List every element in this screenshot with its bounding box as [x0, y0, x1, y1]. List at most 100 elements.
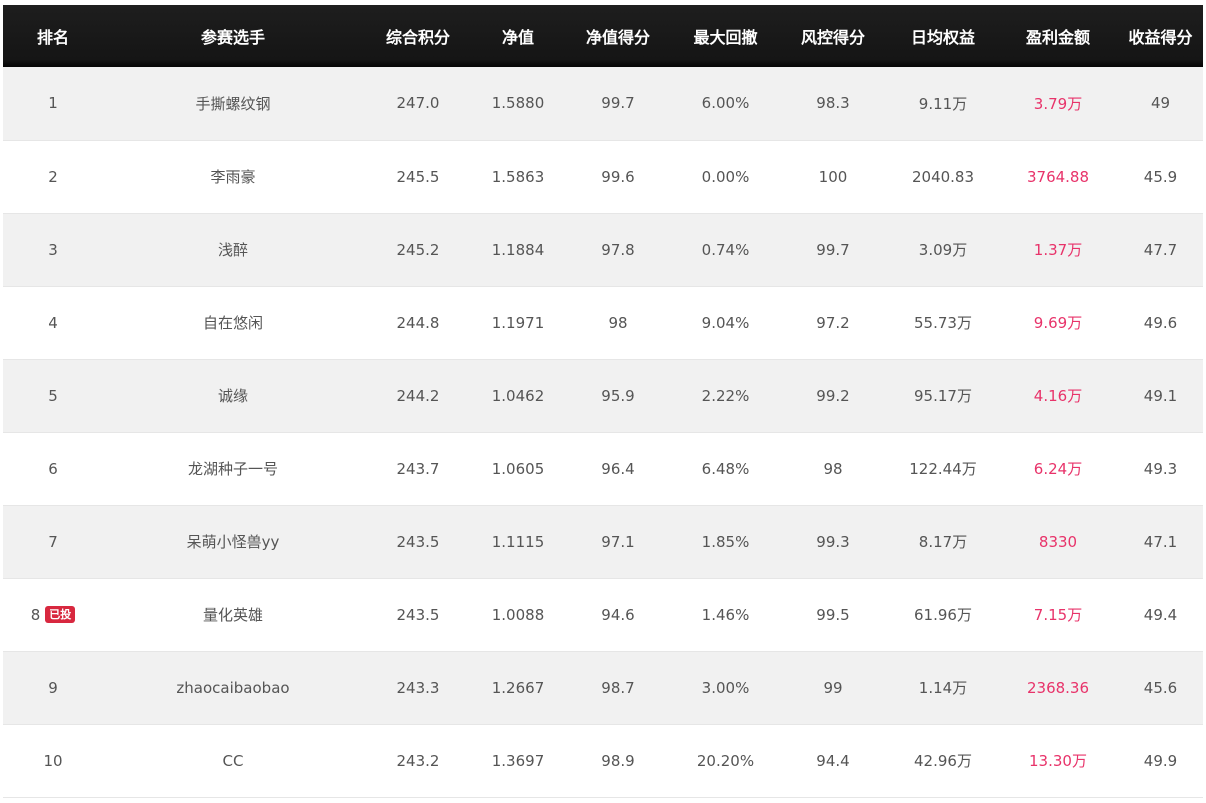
cell-profit: 3.79万: [1033, 94, 1083, 113]
rank-number: 7: [48, 532, 58, 551]
rank-number: 3: [48, 240, 58, 259]
cell-nav: 1.1971: [491, 313, 545, 332]
cell-rank: 10: [3, 724, 103, 797]
header-return-score[interactable]: 收益得分: [1118, 5, 1203, 67]
cell-player[interactable]: 浅醉: [103, 213, 363, 286]
cell-max-drawdown: 6.00%: [701, 94, 750, 113]
invested-badge: 已投: [45, 606, 76, 623]
table-row[interactable]: 8 已投 量化英雄 243.5 1.0088 94.6 1.46% 99.5 61…: [3, 578, 1203, 651]
header-score[interactable]: 综合积分: [363, 5, 473, 67]
cell-player[interactable]: 手撕螺纹钢: [103, 67, 363, 140]
cell-nav: 1.0462: [491, 386, 545, 405]
cell-nav-score: 98: [608, 313, 628, 332]
cell-player[interactable]: 量化英雄: [103, 578, 363, 651]
rank-number: 1: [48, 94, 58, 113]
cell-rank: 5: [3, 359, 103, 432]
rank-wrap: 3: [48, 241, 58, 259]
cell-profit: 2368.36: [1026, 678, 1090, 697]
header-nav-score[interactable]: 净值得分: [563, 5, 673, 67]
cell-max-drawdown: 2.22%: [701, 386, 750, 405]
cell-score: 245.2: [396, 240, 440, 259]
cell-score: 244.2: [396, 386, 440, 405]
cell-score: 244.8: [396, 313, 440, 332]
header-risk-score[interactable]: 风控得分: [778, 5, 888, 67]
table-row[interactable]: 7 呆萌小怪兽yy 243.5 1.1115 97.1 1.85% 99.3 8…: [3, 505, 1203, 578]
cell-nav-score: 94.6: [601, 605, 635, 624]
rank-number: 9: [48, 678, 58, 697]
cell-nav: 1.0088: [491, 605, 545, 624]
cell-profit: 8330: [1038, 532, 1078, 551]
table-row[interactable]: 1 手撕螺纹钢 247.0 1.5880 99.7 6.00% 98.3 9.1…: [3, 67, 1203, 140]
rank-number: 6: [48, 459, 58, 478]
table-row[interactable]: 9 zhaocaibaobao 243.3 1.2667 98.7 3.00% …: [3, 651, 1203, 724]
cell-nav-score: 99.7: [601, 94, 635, 113]
rank-wrap: 6: [48, 460, 58, 478]
cell-avg-equity: 122.44万: [909, 460, 977, 478]
cell-nav-score: 96.4: [601, 459, 635, 478]
cell-score: 243.7: [396, 459, 440, 478]
cell-nav: 1.2667: [491, 678, 545, 697]
cell-risk-score: 99: [823, 678, 843, 697]
table-row[interactable]: 2 李雨豪 245.5 1.5863 99.6 0.00% 100 2040.8…: [3, 140, 1203, 213]
cell-nav: 1.0605: [491, 459, 545, 478]
cell-score: 245.5: [396, 167, 440, 186]
cell-max-drawdown: 6.48%: [701, 459, 750, 478]
cell-player[interactable]: CC: [103, 724, 363, 797]
header-row: 排名 参赛选手 综合积分 净值 净值得分 最大回撤 风控得分 日均权益 盈利金额…: [3, 5, 1203, 67]
table-row[interactable]: 3 浅醉 245.2 1.1884 97.8 0.74% 99.7 3.09万 …: [3, 213, 1203, 286]
cell-player[interactable]: zhaocaibaobao: [103, 651, 363, 724]
cell-return-score: 49.4: [1143, 605, 1178, 624]
cell-avg-equity: 8.17万: [918, 533, 968, 551]
cell-return-score: 49.9: [1143, 751, 1178, 770]
header-nav[interactable]: 净值: [473, 5, 563, 67]
cell-player[interactable]: 呆萌小怪兽yy: [103, 505, 363, 578]
cell-nav: 1.5880: [491, 94, 545, 113]
header-max-drawdown[interactable]: 最大回撤: [673, 5, 778, 67]
header-avg-equity[interactable]: 日均权益: [888, 5, 998, 67]
cell-nav-score: 95.9: [601, 386, 635, 405]
cell-score: 243.5: [396, 605, 440, 624]
table-row[interactable]: 10 CC 243.2 1.3697 98.9 20.20% 94.4 42.9…: [3, 724, 1203, 797]
cell-risk-score: 97.2: [816, 313, 850, 332]
header-player[interactable]: 参赛选手: [103, 5, 363, 67]
cell-max-drawdown: 1.46%: [701, 605, 750, 624]
cell-rank: 6: [3, 432, 103, 505]
cell-player[interactable]: 自在悠闲: [103, 286, 363, 359]
cell-rank: 2: [3, 140, 103, 213]
cell-profit: 7.15万: [1033, 606, 1083, 624]
cell-player[interactable]: 龙湖种子一号: [103, 432, 363, 505]
cell-avg-equity: 3.09万: [918, 241, 968, 259]
rank-wrap: 4: [48, 314, 58, 332]
cell-nav: 1.5863: [491, 167, 545, 186]
cell-player[interactable]: 李雨豪: [103, 140, 363, 213]
table-body: 1 手撕螺纹钢 247.0 1.5880 99.7 6.00% 98.3 9.1…: [3, 67, 1203, 797]
cell-return-score: 49.6: [1143, 313, 1178, 332]
cell-nav-score: 99.6: [601, 167, 635, 186]
cell-profit: 3764.88: [1026, 167, 1090, 186]
cell-risk-score: 99.7: [816, 240, 850, 259]
rank-number: 5: [48, 386, 58, 405]
cell-avg-equity: 9.11万: [918, 94, 968, 113]
cell-return-score: 49.3: [1143, 459, 1178, 478]
cell-risk-score: 99.2: [816, 386, 850, 405]
rank-wrap: 10: [43, 752, 62, 770]
cell-avg-equity: 95.17万: [914, 387, 972, 405]
cell-rank: 1: [3, 67, 103, 140]
cell-return-score: 45.6: [1143, 678, 1178, 697]
cell-max-drawdown: 1.85%: [701, 532, 750, 551]
table-row[interactable]: 4 自在悠闲 244.8 1.1971 98 9.04% 97.2 55.73万…: [3, 286, 1203, 359]
cell-rank: 4: [3, 286, 103, 359]
cell-profit: 6.24万: [1033, 460, 1083, 478]
table-row[interactable]: 5 诚缘 244.2 1.0462 95.9 2.22% 99.2 95.17万…: [3, 359, 1203, 432]
cell-return-score: 47.7: [1143, 240, 1178, 259]
rank-wrap: 5: [48, 387, 58, 405]
cell-return-score: 49.1: [1143, 386, 1178, 405]
cell-risk-score: 99.3: [816, 532, 850, 551]
header-profit[interactable]: 盈利金额: [998, 5, 1118, 67]
rank-number: 10: [43, 751, 63, 770]
cell-player[interactable]: 诚缘: [103, 359, 363, 432]
cell-score: 243.3: [396, 678, 440, 697]
header-rank[interactable]: 排名: [3, 5, 103, 67]
rank-number: 4: [48, 313, 58, 332]
table-row[interactable]: 6 龙湖种子一号 243.7 1.0605 96.4 6.48% 98 122.…: [3, 432, 1203, 505]
